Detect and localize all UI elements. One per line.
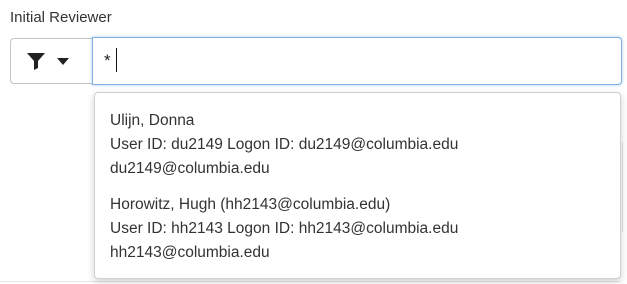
option-ids: User ID: hh2143 Logon ID: hh2143@columbi… [110, 220, 459, 237]
option-email: hh2143@columbia.edu [110, 244, 270, 261]
autocomplete-dropdown: Ulijn, Donna User ID: du2149 Logon ID: d… [94, 92, 621, 279]
option-name: Ulijn, Donna [110, 112, 195, 129]
autocomplete-option-ulijn[interactable]: Ulijn, Donna User ID: du2149 Logon ID: d… [95, 103, 620, 187]
filter-icon [26, 51, 46, 71]
option-ids: User ID: du2149 Logon ID: du2149@columbi… [110, 136, 459, 153]
field-label: Initial Reviewer [10, 9, 112, 26]
caret-down-icon [56, 56, 70, 66]
text-cursor [116, 48, 117, 72]
filter-dropdown-button[interactable] [10, 38, 92, 84]
reviewer-search-input[interactable] [92, 37, 622, 85]
autocomplete-option-horowitz[interactable]: Horowitz, Hugh (hh2143@columbia.edu) Use… [95, 187, 620, 271]
option-email: du2149@columbia.edu [110, 160, 270, 177]
divider [0, 281, 620, 282]
option-name: Horowitz, Hugh (hh2143@columbia.edu) [110, 196, 391, 213]
